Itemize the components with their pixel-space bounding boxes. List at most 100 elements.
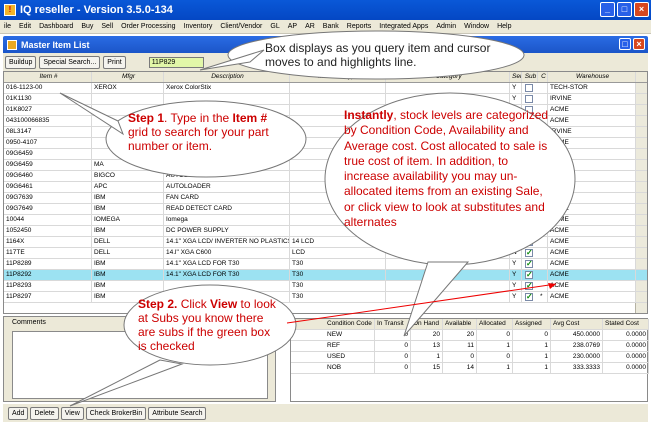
grid-header-cell[interactable]: Item # — [4, 72, 92, 82]
delete-button[interactable]: Delete — [30, 406, 59, 420]
callout-step2-a: Step 2. — [138, 297, 178, 311]
search-input[interactable]: 11P829 — [148, 56, 204, 68]
special-search-button[interactable]: Special Search... — [39, 55, 101, 69]
table-row[interactable]: 01K1130 Y IRVINE — [4, 94, 647, 105]
grid-header-cell[interactable]: Sub — [522, 72, 538, 82]
grid-cell-warehouse: ACME — [548, 105, 636, 115]
menu-item[interactable]: Edit — [15, 23, 35, 30]
grid-cell-item: 11P8292 — [4, 270, 92, 280]
grid-cell-mfgr: IBM — [92, 259, 164, 269]
subwindow-close-icon[interactable]: × — [633, 38, 645, 50]
grid-cell-warehouse: ACME — [548, 204, 636, 214]
grid-header-cell[interactable]: C — [538, 72, 548, 82]
grid-header-cell[interactable]: Description — [164, 72, 290, 82]
menu-item[interactable]: Bank — [319, 23, 343, 30]
grid-cell-desc: Xerox ColorStix — [164, 83, 290, 93]
grid-header-cell[interactable]: Machine Type — [290, 72, 386, 82]
stock-header-cell[interactable]: On Hand — [411, 319, 443, 329]
stock-cell: REF — [325, 341, 375, 351]
menu-item[interactable]: Admin — [432, 23, 460, 30]
sub-checkbox[interactable] — [525, 84, 533, 92]
stock-header-cell[interactable]: Allocated — [477, 319, 513, 329]
menu-item[interactable]: Dashboard — [35, 23, 77, 30]
menu-item[interactable]: Client/Vendor — [216, 23, 266, 30]
buildup-button[interactable]: Buildup — [5, 55, 37, 69]
stock-cell: 1 — [513, 352, 551, 362]
stock-row[interactable]: NOB 0 15 14 1 1 333.3333 0.0000 — [291, 363, 649, 374]
grid-cell-machine: T30 — [290, 259, 386, 269]
stock-cell: 20 — [411, 330, 443, 340]
menu-item[interactable]: Order Processing — [117, 23, 179, 30]
grid-cell-ser: Y — [510, 259, 522, 269]
print-button[interactable]: Print — [103, 55, 126, 69]
grid-cell-mfgr: MA — [92, 160, 164, 170]
stock-row[interactable]: USED 0 1 0 0 1 230.0000 0.0000 — [291, 352, 649, 363]
sub-checkbox[interactable] — [525, 292, 533, 302]
sub-checkbox[interactable] — [525, 237, 533, 247]
minimize-icon[interactable]: _ — [600, 2, 615, 17]
maximize-icon[interactable]: □ — [617, 2, 632, 17]
stock-cell: 1 — [477, 341, 513, 351]
grid-cell-item: 11P8297 — [4, 292, 92, 302]
stock-header-cell[interactable]: Avg Cost — [551, 319, 603, 329]
grid-header-cell[interactable]: Mfgr — [92, 72, 164, 82]
stock-header: Condition Code In Transit On Hand Available… — [291, 319, 649, 330]
stock-header-cell[interactable]: Stated Cost — [603, 319, 649, 329]
menu-item[interactable]: Integrated Apps — [375, 23, 432, 30]
restore-icon[interactable]: □ — [619, 38, 631, 50]
menu-item[interactable]: Window — [460, 23, 493, 30]
menu-item[interactable]: AR — [301, 23, 319, 30]
table-row[interactable]: 11P8293IBM T30 Y ACME — [4, 281, 647, 292]
menu-item[interactable]: Inventory — [180, 23, 217, 30]
grid-cell-item: 09G6459 — [4, 160, 92, 170]
table-row[interactable]: 11P8289IBM14.1" XGA LCD FOR T30T30 Y ACME — [4, 259, 647, 270]
sub-checkbox[interactable] — [525, 281, 533, 291]
stock-header-cell[interactable]: Available — [443, 319, 477, 329]
add-button[interactable]: Add — [8, 406, 29, 420]
stock-header-cell[interactable]: In Transit — [375, 319, 411, 329]
grid-header-cell[interactable]: Category — [386, 72, 510, 82]
stock-row[interactable]: REF 0 13 11 1 1 238.0769 0.0000 — [291, 341, 649, 352]
close-icon[interactable]: × — [634, 2, 649, 17]
grid-cell-category — [386, 270, 510, 280]
grid-cell-mfgr: IOMEGA — [92, 215, 164, 225]
grid-header-cell[interactable]: Ser — [510, 72, 522, 82]
callout-step2-b: Click — [177, 297, 211, 311]
stock-cell: 0 — [375, 363, 411, 373]
callout-instantly-a: Instantly — [344, 108, 394, 122]
view-button[interactable]: View — [60, 406, 84, 420]
grid-cell-desc: AUTOLOADER — [164, 171, 290, 181]
menu-item[interactable]: Help — [493, 23, 515, 30]
stock-cell: USED — [325, 352, 375, 362]
menu-item[interactable]: Reports — [343, 23, 376, 30]
table-row[interactable]: 117TEDELL14.l" XGA C600LCD N ACME — [4, 248, 647, 259]
stock-row[interactable]: NEW 0 20 20 0 0 450.0000 0.0000 — [291, 330, 649, 341]
sub-checkbox[interactable] — [525, 259, 533, 269]
sub-checkbox[interactable] — [525, 248, 533, 258]
check-brokerbin-button[interactable]: Check BrokerBin — [85, 406, 147, 420]
menu-item[interactable]: GL — [266, 23, 283, 30]
table-row[interactable]: 11P8292IBM14.1" XGA LCD FOR T30T30 Y ACME — [4, 270, 647, 281]
stock-header-cell[interactable]: Assigned — [513, 319, 551, 329]
menu-item[interactable]: ile — [0, 23, 15, 30]
stock-cell: 1 — [513, 363, 551, 373]
grid-cell-mfgr: IBM — [92, 193, 164, 203]
stock-cell: 1 — [411, 352, 443, 362]
grid-cell-item: 117TE — [4, 248, 92, 258]
grid-header-cell[interactable]: Warehouse — [548, 72, 636, 82]
table-row[interactable]: 1164X DELL 14.1" XGA LCD/ INVERTER NO PLAS… — [4, 237, 647, 248]
menu-item[interactable]: Buy — [77, 23, 97, 30]
menu-item[interactable]: Sell — [97, 23, 117, 30]
menu-item[interactable]: AP — [284, 23, 301, 30]
stock-cell: 1 — [477, 363, 513, 373]
grid-cell-desc: DC POWER SUPPLY — [164, 226, 290, 236]
stock-header-cell[interactable]: Condition Code — [325, 319, 375, 329]
sub-checkbox[interactable] — [525, 270, 533, 280]
app-titlebar: ! IQ reseller - Version 3.5.0-134 _ □ × — [0, 0, 651, 20]
table-row[interactable]: 11P8297IBMT30Y*ACME — [4, 292, 647, 303]
table-row[interactable]: 016-1123-00 XEROX Xerox ColorStix Y TECH-STO… — [4, 83, 647, 94]
sub-checkbox[interactable] — [525, 95, 533, 103]
grid-cell-warehouse: ACME — [548, 215, 636, 225]
callout-step2-c: View — [210, 297, 238, 311]
attribute-search-button[interactable]: Attribute Search — [148, 406, 207, 420]
